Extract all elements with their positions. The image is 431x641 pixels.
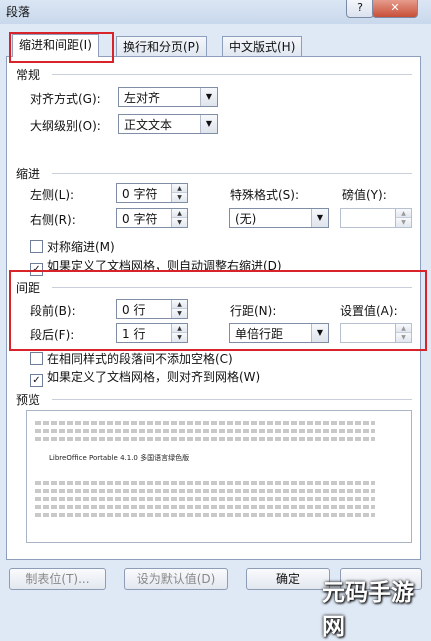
chevron-down-icon[interactable]: ▼ [311, 324, 328, 342]
spin-up-icon[interactable]: ▲ [172, 209, 187, 218]
preview-next-line [35, 505, 375, 509]
preview-pane: LibreOffice Portable 4.1.0 多国语言绿色版 [26, 410, 412, 543]
alignment-value: 左对齐 [124, 91, 161, 105]
window-title: 段落 [6, 5, 31, 19]
checkbox-icon[interactable] [30, 240, 43, 253]
spacing-at-spinner[interactable]: ▲ ▼ [340, 323, 412, 343]
special-indent-select[interactable]: (无) ▼ [229, 208, 329, 228]
preview-next-line [35, 481, 375, 485]
right-indent-value: 0 字符 [122, 212, 158, 226]
general-divider [52, 74, 412, 75]
spacing-at-label: 设置值(A): [340, 304, 398, 318]
set-default-button[interactable]: 设为默认值(D) [124, 568, 228, 590]
indent-by-label: 磅值(Y): [342, 188, 387, 202]
line-spacing-label: 行距(N): [230, 304, 277, 318]
space-after-value: 1 行 [122, 327, 146, 341]
indent-heading: 缩进 [16, 167, 41, 181]
spacing-heading: 间距 [16, 281, 41, 295]
spin-up-icon[interactable]: ▲ [396, 209, 411, 218]
line-spacing-value: 单倍行距 [235, 327, 284, 341]
ok-button[interactable]: 确定 [246, 568, 330, 590]
no-space-same-style-checkbox[interactable]: 在相同样式的段落间不添加空格(C) [30, 350, 233, 367]
snap-to-grid-checkbox[interactable]: ✓ 如果定义了文档网格，则对齐到网格(W) [30, 368, 260, 387]
space-after-spinner[interactable]: 1 行 ▲ ▼ [116, 323, 188, 343]
preview-prev-line [35, 421, 375, 425]
right-indent-label: 右侧(R): [30, 213, 76, 227]
spin-up-icon[interactable]: ▲ [172, 184, 187, 193]
spin-down-icon[interactable]: ▼ [396, 218, 411, 227]
outline-level-value: 正文文本 [124, 118, 173, 132]
tab-highlight-outline [9, 32, 114, 63]
preview-divider [52, 399, 412, 400]
tabs-button[interactable]: 制表位(T)... [9, 568, 106, 590]
chevron-down-icon[interactable]: ▼ [200, 88, 217, 106]
special-indent-value: (无) [235, 212, 257, 226]
close-button[interactable]: ✕ [372, 0, 418, 18]
spin-down-icon[interactable]: ▼ [172, 333, 187, 342]
space-before-label: 段前(B): [30, 304, 76, 318]
space-after-label: 段后(F): [30, 328, 75, 342]
preview-next-line [35, 489, 375, 493]
site-watermark: 元码手游网 [322, 580, 414, 640]
indent-by-spinner[interactable]: ▲ ▼ [340, 208, 412, 228]
preview-heading: 预览 [16, 393, 41, 407]
spin-down-icon[interactable]: ▼ [172, 193, 187, 202]
title-bar: 段落 ? ✕ [0, 0, 431, 24]
left-indent-value: 0 字符 [122, 187, 158, 201]
spin-up-icon[interactable]: ▲ [396, 324, 411, 333]
space-before-spinner[interactable]: 0 行 ▲ ▼ [116, 299, 188, 319]
outline-level-select[interactable]: 正文文本 ▼ [118, 114, 218, 134]
spin-down-icon[interactable]: ▼ [172, 309, 187, 318]
tab-line-page-breaks[interactable]: 换行和分页(P) [116, 36, 207, 57]
snap-to-grid-label: 如果定义了文档网格，则对齐到网格(W) [47, 370, 261, 384]
help-button[interactable]: ? [346, 0, 374, 18]
spacing-divider [52, 287, 412, 288]
special-indent-label: 特殊格式(S): [230, 188, 300, 202]
alignment-label: 对齐方式(G): [30, 92, 101, 106]
preview-next-line [35, 497, 375, 501]
mirror-indents-checkbox[interactable]: 对称缩进(M) [30, 238, 115, 255]
preview-prev-line [35, 429, 375, 433]
checkmark-icon[interactable]: ✓ [30, 374, 43, 387]
general-heading: 常规 [16, 68, 41, 82]
spin-down-icon[interactable]: ▼ [172, 218, 187, 227]
tab-asian-typography[interactable]: 中文版式(H) [222, 36, 303, 57]
spin-up-icon[interactable]: ▲ [172, 324, 187, 333]
preview-next-line [35, 513, 375, 517]
space-before-value: 0 行 [122, 303, 146, 317]
spin-down-icon[interactable]: ▼ [396, 333, 411, 342]
checkbox-icon[interactable] [30, 352, 43, 365]
mirror-indents-label: 对称缩进(M) [47, 240, 115, 254]
chevron-down-icon[interactable]: ▼ [200, 115, 217, 133]
right-indent-spinner[interactable]: 0 字符 ▲ ▼ [116, 208, 188, 228]
line-spacing-select[interactable]: 单倍行距 ▼ [229, 323, 329, 343]
chevron-down-icon[interactable]: ▼ [311, 209, 328, 227]
left-indent-spinner[interactable]: 0 字符 ▲ ▼ [116, 183, 188, 203]
spin-up-icon[interactable]: ▲ [172, 300, 187, 309]
preview-prev-line [35, 437, 375, 441]
left-indent-label: 左侧(L): [30, 188, 75, 202]
no-space-same-style-label: 在相同样式的段落间不添加空格(C) [47, 352, 233, 366]
preview-sample-text: LibreOffice Portable 4.1.0 多国语言绿色版 [49, 454, 190, 462]
alignment-select[interactable]: 左对齐 ▼ [118, 87, 218, 107]
indent-divider [52, 173, 412, 174]
outline-level-label: 大纲级别(O): [30, 119, 101, 133]
